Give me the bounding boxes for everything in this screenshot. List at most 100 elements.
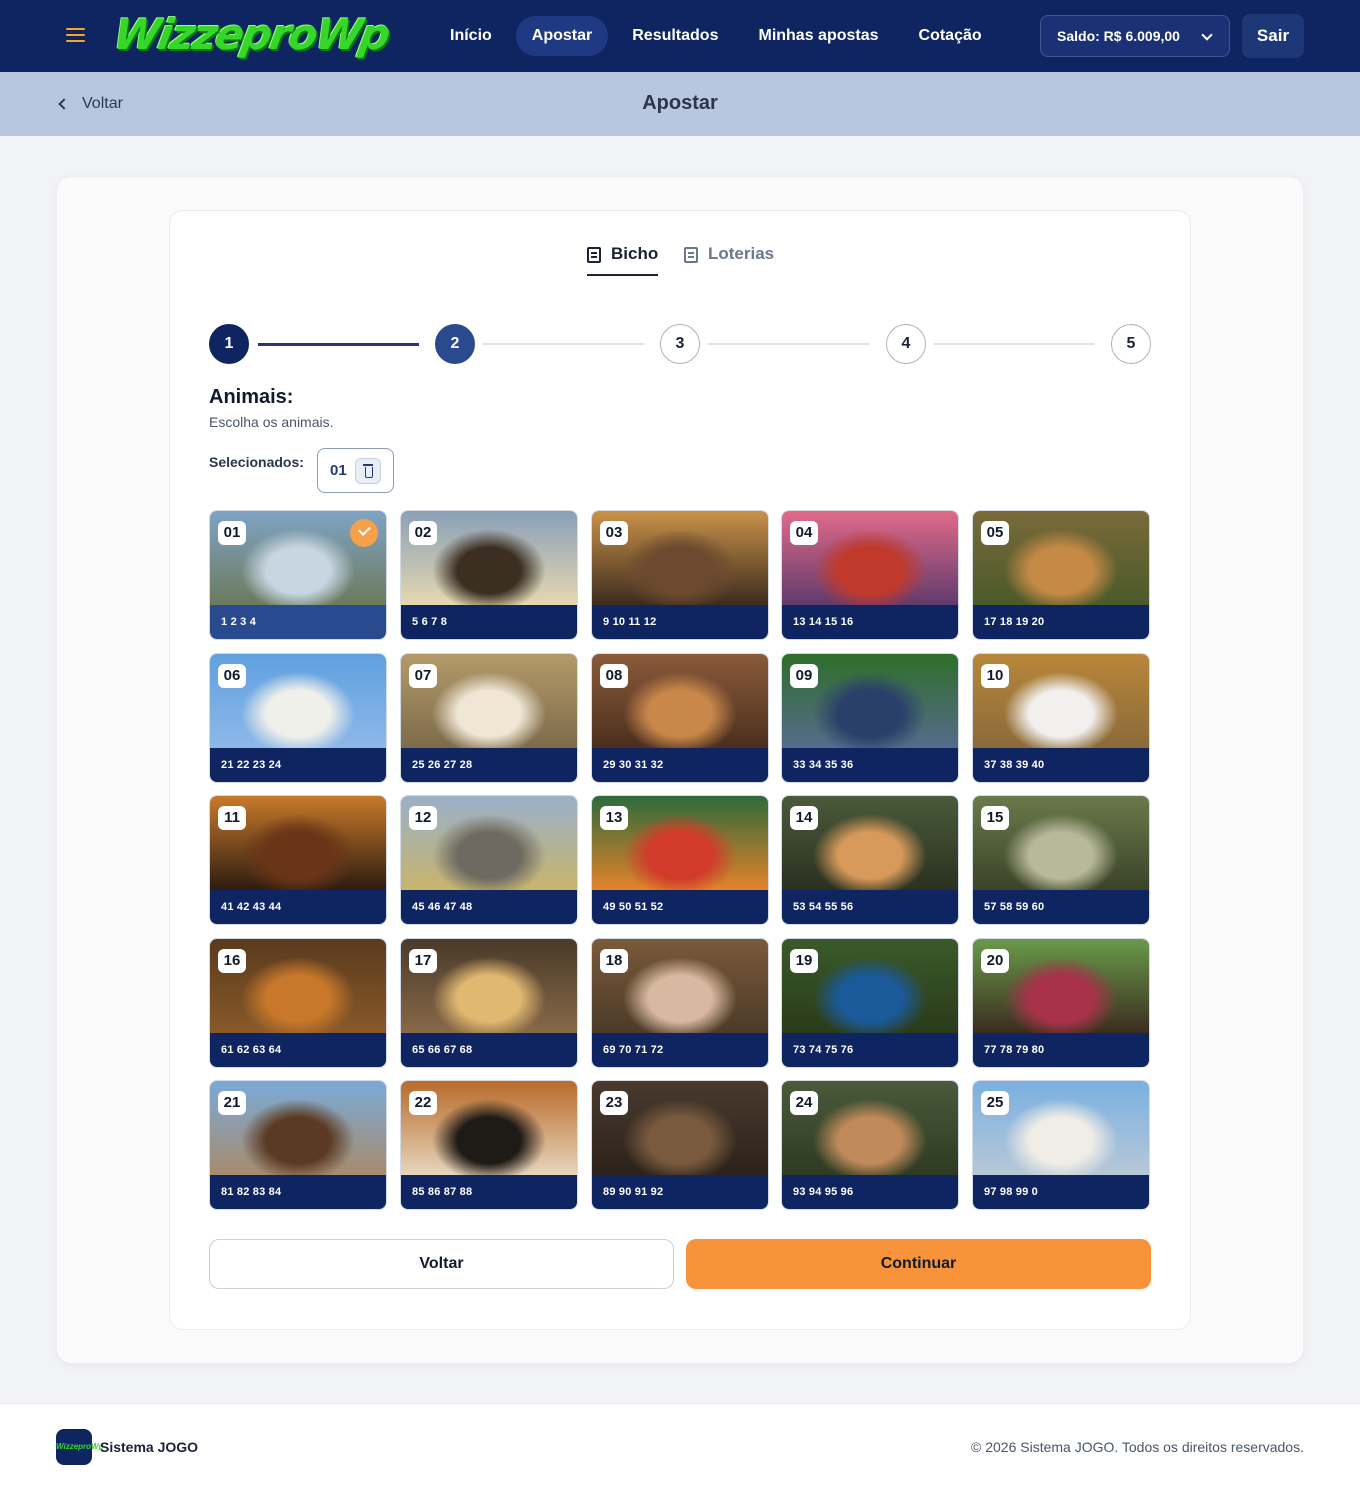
animal-card-01[interactable]: 01 1 2 3 4	[209, 510, 387, 640]
animal-card-19[interactable]: 19 73 74 75 76	[781, 938, 959, 1068]
step-connector	[934, 343, 1095, 345]
balance-label: Saldo: R$ 6.009,00	[1057, 28, 1180, 44]
nav-cotacao[interactable]: Cotação	[903, 16, 998, 56]
step-connector	[708, 343, 869, 345]
animal-card-22[interactable]: 22 85 86 87 88	[400, 1080, 578, 1210]
animal-number-badge: 17	[409, 949, 437, 973]
animal-number-badge: 12	[409, 806, 437, 830]
animal-card-25[interactable]: 25 97 98 99 0	[972, 1080, 1150, 1210]
trash-icon[interactable]	[354, 457, 381, 484]
animal-numbers: 93 94 95 96	[782, 1175, 958, 1209]
animal-card-16[interactable]: 16 61 62 63 64	[209, 938, 387, 1068]
menu-icon[interactable]	[66, 28, 85, 42]
animal-numbers: 29 30 31 32	[592, 748, 768, 782]
tab-bicho-icon	[587, 247, 601, 263]
check-icon	[350, 519, 378, 547]
animal-number-badge: 24	[790, 1091, 818, 1115]
animal-number-badge: 20	[981, 949, 1009, 973]
animal-card-10[interactable]: 10 37 38 39 40	[972, 653, 1150, 783]
animal-number-badge: 04	[790, 521, 818, 545]
animal-card-11[interactable]: 11 41 42 43 44	[209, 795, 387, 925]
back-button[interactable]: Voltar	[209, 1239, 674, 1289]
nav-resultados[interactable]: Resultados	[616, 16, 734, 56]
back-link-label: Voltar	[82, 95, 123, 112]
animal-card-08[interactable]: 08 29 30 31 32	[591, 653, 769, 783]
animal-numbers: 45 46 47 48	[401, 890, 577, 924]
animal-numbers: 13 14 15 16	[782, 605, 958, 639]
animal-card-07[interactable]: 07 25 26 27 28	[400, 653, 578, 783]
animal-number-badge: 16	[218, 949, 246, 973]
chevron-down-icon	[1201, 29, 1213, 41]
animal-numbers: 41 42 43 44	[210, 890, 386, 924]
animal-card-13[interactable]: 13 49 50 51 52	[591, 795, 769, 925]
step-2: 2	[435, 324, 475, 364]
nav-apostar[interactable]: Apostar	[515, 16, 609, 56]
balance-dropdown[interactable]: Saldo: R$ 6.009,00	[1040, 15, 1230, 57]
animal-number-badge: 05	[981, 521, 1009, 545]
animal-number-badge: 25	[981, 1091, 1009, 1115]
animal-card-03[interactable]: 03 9 10 11 12	[591, 510, 769, 640]
page-title: Apostar	[642, 92, 718, 114]
animal-numbers: 49 50 51 52	[592, 890, 768, 924]
main-nav: Início Apostar Resultados Minhas apostas…	[434, 16, 998, 56]
animal-card-18[interactable]: 18 69 70 71 72	[591, 938, 769, 1068]
animal-numbers: 33 34 35 36	[782, 748, 958, 782]
step-5: 5	[1111, 324, 1151, 364]
animal-card-14[interactable]: 14 53 54 55 56	[781, 795, 959, 925]
animal-number-badge: 07	[409, 664, 437, 688]
animal-card-05[interactable]: 05 17 18 19 20	[972, 510, 1150, 640]
animal-card-24[interactable]: 24 93 94 95 96	[781, 1080, 959, 1210]
animal-numbers: 61 62 63 64	[210, 1033, 386, 1067]
continue-button[interactable]: Continuar	[686, 1239, 1151, 1289]
tab-bicho[interactable]: Bicho	[587, 244, 659, 276]
animal-numbers: 25 26 27 28	[401, 748, 577, 782]
animal-card-17[interactable]: 17 65 66 67 68	[400, 938, 578, 1068]
step-connector	[483, 343, 644, 345]
animal-card-20[interactable]: 20 77 78 79 80	[972, 938, 1150, 1068]
animal-number-badge: 14	[790, 806, 818, 830]
animal-card-04[interactable]: 04 13 14 15 16	[781, 510, 959, 640]
animal-numbers: 53 54 55 56	[782, 890, 958, 924]
footer-copyright: © 2026 Sistema JOGO. Todos os direitos r…	[971, 1439, 1304, 1455]
animal-card-21[interactable]: 21 81 82 83 84	[209, 1080, 387, 1210]
step-1: 1	[209, 324, 249, 364]
animal-numbers: 21 22 23 24	[210, 748, 386, 782]
animal-card-23[interactable]: 23 89 90 91 92	[591, 1080, 769, 1210]
animal-numbers: 9 10 11 12	[592, 605, 768, 639]
animal-number-badge: 23	[600, 1091, 628, 1115]
animal-numbers: 17 18 19 20	[973, 605, 1149, 639]
back-link[interactable]: Voltar	[58, 94, 123, 114]
tab-loterias-label: Loterias	[708, 244, 775, 263]
animal-numbers: 69 70 71 72	[592, 1033, 768, 1067]
animal-card-15[interactable]: 15 57 58 59 60	[972, 795, 1150, 925]
animal-number-badge: 06	[218, 664, 246, 688]
section-title: Animais:	[209, 386, 294, 408]
document-icon	[684, 247, 698, 263]
animal-numbers: 65 66 67 68	[401, 1033, 577, 1067]
animal-numbers: 97 98 99 0	[973, 1175, 1149, 1209]
animal-card-02[interactable]: 02 5 6 7 8	[400, 510, 578, 640]
animal-number-badge: 10	[981, 664, 1009, 688]
step-4: 4	[886, 324, 926, 364]
tab-loterias[interactable]: Loterias	[684, 244, 774, 276]
animal-number-badge: 08	[600, 664, 628, 688]
animal-numbers: 1 2 3 4	[210, 605, 386, 639]
footer: WizzeproWp Sistema JOGO © 2026 Sistema J…	[0, 1403, 1360, 1488]
animal-number-badge: 18	[600, 949, 628, 973]
animal-number-badge: 21	[218, 1091, 246, 1115]
animal-number-badge: 09	[790, 664, 818, 688]
step-3: 3	[660, 324, 700, 364]
animal-number-badge: 22	[409, 1091, 437, 1115]
animal-number-badge: 02	[409, 521, 437, 545]
animal-card-09[interactable]: 09 33 34 35 36	[781, 653, 959, 783]
logout-button[interactable]: Sair	[1242, 14, 1304, 58]
animal-numbers: 85 86 87 88	[401, 1175, 577, 1209]
nav-minhas-apostas[interactable]: Minhas apostas	[742, 16, 894, 56]
animal-card-06[interactable]: 06 21 22 23 24	[209, 653, 387, 783]
page-header: Apostar Voltar	[0, 72, 1360, 136]
brand-logo[interactable]: WizzeproWp	[110, 6, 393, 64]
animal-card-12[interactable]: 12 45 46 47 48	[400, 795, 578, 925]
section-subtitle: Escolha os animais.	[209, 414, 334, 430]
nav-inicio[interactable]: Início	[434, 16, 508, 56]
animal-numbers: 89 90 91 92	[592, 1175, 768, 1209]
